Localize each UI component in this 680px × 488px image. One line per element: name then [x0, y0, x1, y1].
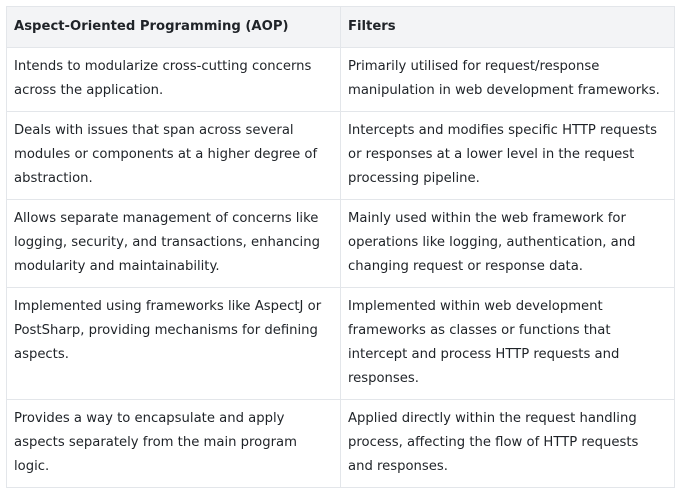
comparison-table-container: Aspect-Oriented Programming (AOP) Filter…	[0, 0, 680, 488]
table-row: Implemented using frameworks like Aspect…	[6, 287, 675, 400]
comparison-table: Aspect-Oriented Programming (AOP) Filter…	[6, 6, 675, 488]
header-filters: Filters	[340, 6, 675, 48]
table-row: Intends to modularize cross-cutting conc…	[6, 47, 675, 112]
table-row: Provides a way to encapsulate and apply …	[6, 399, 675, 488]
cell-filters: Implemented within web development frame…	[340, 287, 675, 400]
table-header-row: Aspect-Oriented Programming (AOP) Filter…	[6, 6, 675, 48]
cell-filters: Mainly used within the web framework for…	[340, 199, 675, 288]
cell-aop: Intends to modularize cross-cutting conc…	[6, 47, 341, 112]
cell-filters: Primarily utilised for request/response …	[340, 47, 675, 112]
cell-filters: Applied directly within the request hand…	[340, 399, 675, 488]
table-row: Allows separate management of concerns l…	[6, 199, 675, 288]
cell-aop: Deals with issues that span across sever…	[6, 111, 341, 200]
header-aop: Aspect-Oriented Programming (AOP)	[6, 6, 341, 48]
cell-aop: Allows separate management of concerns l…	[6, 199, 341, 288]
table-row: Deals with issues that span across sever…	[6, 111, 675, 200]
cell-filters: Intercepts and modifies specific HTTP re…	[340, 111, 675, 200]
cell-aop: Implemented using frameworks like Aspect…	[6, 287, 341, 400]
cell-aop: Provides a way to encapsulate and apply …	[6, 399, 341, 488]
